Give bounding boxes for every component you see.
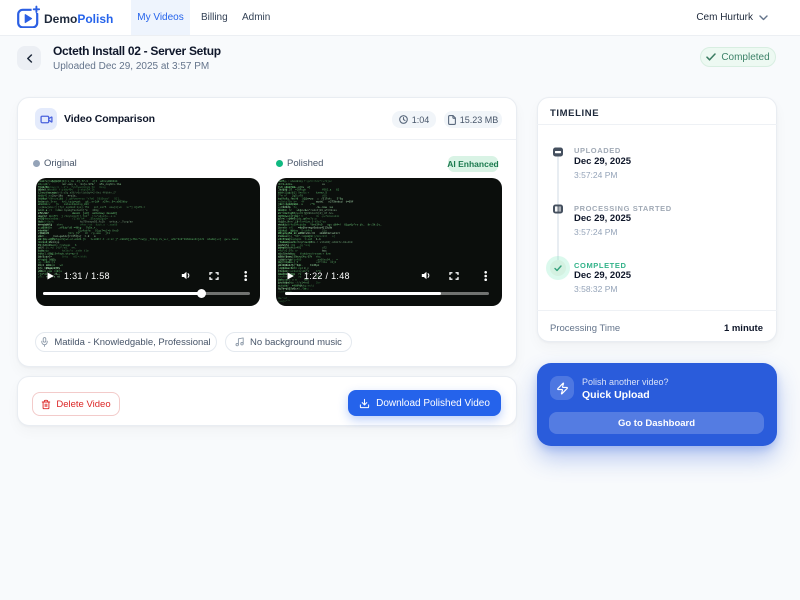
- svg-text:/*6: /*6: [310, 202, 315, 206]
- svg-text:t60 vgo=9]wk-or+s0d3.]h t+x8: t60 vgo=9]wk-or+s0d3.]h t+x89tr.t .n:xz …: [50, 237, 239, 241]
- svg-text:*m4g: *m4g: [304, 243, 311, 247]
- svg-text:t145pc: t145pc: [310, 264, 322, 267]
- svg-text:s+wjn***: s+wjn***: [278, 299, 291, 303]
- svg-text:as: as: [322, 183, 328, 186]
- svg-text:=k .p+fmzonxd4c: =k .p+fmzonxd4c: [316, 214, 340, 218]
- svg-text:mhj: mhj: [304, 286, 309, 290]
- svg-text:wysh[ n273knbcd t=69f: wysh[ n273knbcd t=69f: [316, 199, 354, 203]
- svg-text:]b+: ]b+: [316, 281, 321, 285]
- svg-text:0rko n0]=:hk8t: 0rko n0]=:hk8t: [62, 254, 88, 258]
